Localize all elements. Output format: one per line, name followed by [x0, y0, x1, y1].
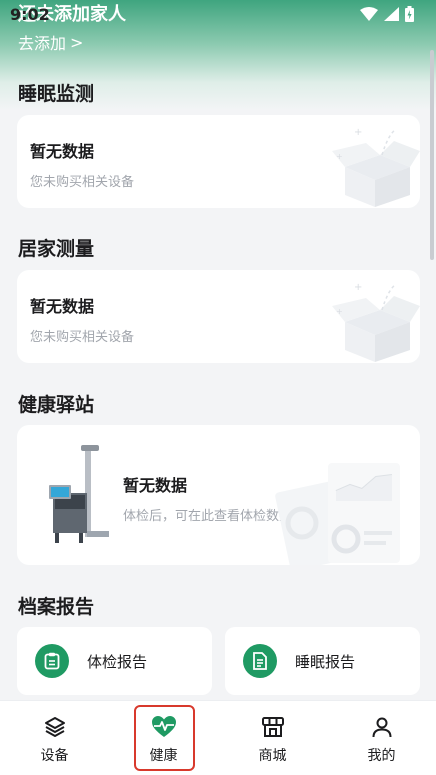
add-family-link[interactable]: 去添加 > — [18, 30, 83, 54]
wifi-icon — [360, 7, 378, 21]
station-card[interactable]: 暂无数据 体检后，可在此查看体检数据 — [17, 425, 420, 565]
sleep-card[interactable]: 暂无数据 您未购买相关设备 + + — [17, 115, 420, 208]
section-title-sleep: 睡眠监测 — [18, 83, 95, 105]
tab-mine[interactable]: 我的 — [327, 701, 436, 775]
bottom-tab-bar: 设备 健康 商城 我的 — [0, 700, 436, 775]
user-icon — [372, 717, 391, 738]
section-title-station: 健康驿站 — [18, 394, 95, 416]
empty-box-icon: + + — [332, 127, 420, 207]
section-title-home: 居家测量 — [18, 238, 95, 260]
tab-mine-label: 我的 — [367, 748, 396, 764]
tab-health-label: 健康 — [149, 748, 178, 764]
status-bar: 9:02 — [0, 0, 436, 28]
station-card-subtitle: 体检后，可在此查看体检数据 — [123, 509, 293, 524]
station-card-title: 暂无数据 — [123, 476, 188, 495]
sleep-card-subtitle: 您未购买相关设备 — [30, 175, 135, 190]
exam-report-button[interactable]: 体检报告 — [17, 627, 212, 695]
heart-pulse-icon — [151, 716, 176, 737]
add-family-label: 去添加 — [18, 34, 67, 53]
signal-icon — [384, 7, 399, 21]
sleep-report-label: 睡眠报告 — [295, 652, 356, 671]
home-card-title: 暂无数据 — [30, 297, 95, 316]
scrollbar[interactable] — [430, 50, 434, 260]
health-kiosk-icon — [49, 445, 109, 543]
store-icon — [261, 717, 284, 737]
svg-text:+: + — [354, 282, 362, 293]
clipboard-icon — [35, 644, 69, 678]
document-icon — [243, 644, 277, 678]
home-card-subtitle: 您未购买相关设备 — [30, 330, 135, 345]
status-icons — [360, 6, 414, 22]
empty-box-icon: + + — [332, 282, 420, 362]
layers-icon — [44, 717, 65, 737]
tab-store[interactable]: 商城 — [218, 701, 327, 775]
status-time: 9:02 — [10, 4, 50, 24]
home-card[interactable]: 暂无数据 您未购买相关设备 + + — [17, 270, 420, 363]
tab-devices[interactable]: 设备 — [0, 701, 109, 775]
report-document-icon — [275, 463, 400, 565]
svg-text:+: + — [336, 152, 343, 161]
svg-text:+: + — [354, 127, 362, 138]
tab-store-label: 商城 — [258, 748, 287, 764]
tab-devices-label: 设备 — [40, 748, 69, 764]
section-title-reports: 档案报告 — [18, 596, 95, 618]
exam-report-label: 体检报告 — [87, 652, 148, 671]
battery-icon — [405, 6, 414, 22]
chevron-right-icon: > — [70, 32, 84, 52]
svg-text:+: + — [336, 307, 343, 316]
sleep-report-button[interactable]: 睡眠报告 — [225, 627, 420, 695]
tab-health[interactable]: 健康 — [109, 701, 218, 775]
sleep-card-title: 暂无数据 — [30, 142, 95, 161]
